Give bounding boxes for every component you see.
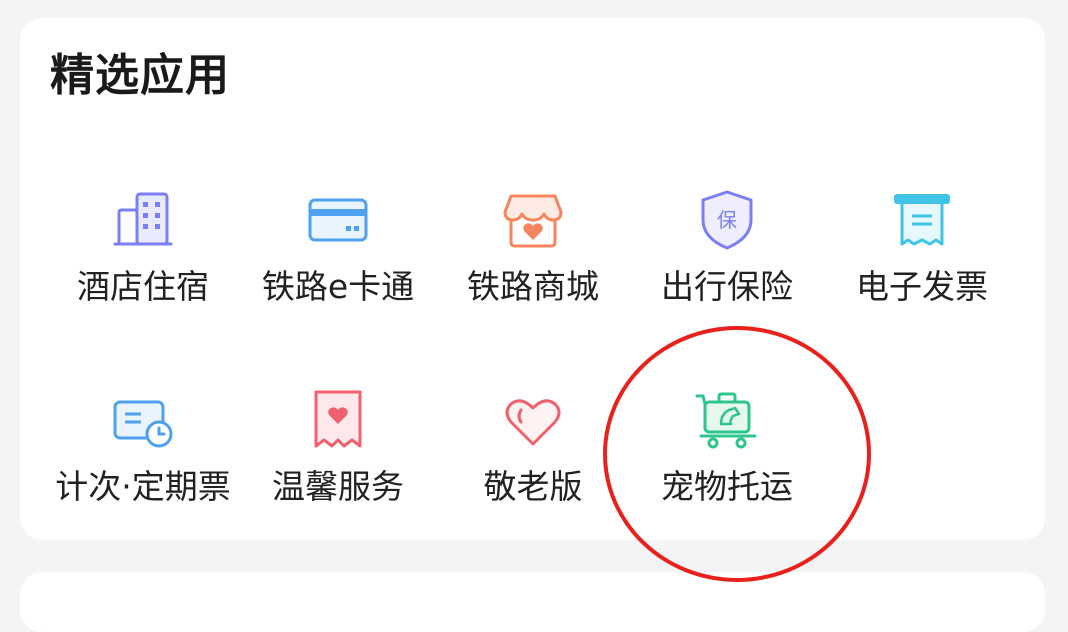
app-label: 酒店住宿 <box>77 267 209 306</box>
app-label: 敬老版 <box>483 467 583 506</box>
bank-card-icon <box>306 188 370 252</box>
svg-text:保: 保 <box>717 208 737 232</box>
hotel-building-icon <box>111 188 175 252</box>
featured-apps-card: 精选应用 酒店住宿 铁路e卡通 铁路商城 保 出行保险 电子发票 计次·定期票 … <box>20 18 1045 540</box>
app-railway-ecard[interactable]: 铁路e卡通 <box>240 188 436 328</box>
app-elderly-version[interactable]: 敬老版 <box>435 388 631 528</box>
app-pet-shipping[interactable]: 宠物托运 <box>629 388 825 528</box>
app-railway-mall[interactable]: 铁路商城 <box>435 188 631 328</box>
ticket-clock-icon <box>111 388 175 452</box>
app-label: 宠物托运 <box>661 467 793 506</box>
app-label: 铁路e卡通 <box>261 267 415 306</box>
app-multi-ride-ticket[interactable]: 计次·定期票 <box>45 388 241 528</box>
heart-bookmark-icon <box>306 388 370 452</box>
section-title: 精选应用 <box>50 50 230 101</box>
invoice-receipt-icon <box>890 188 954 252</box>
app-label: 铁路商城 <box>467 267 599 306</box>
app-label: 计次·定期票 <box>55 467 231 506</box>
app-e-invoice[interactable]: 电子发票 <box>824 188 1020 328</box>
app-travel-insurance[interactable]: 保 出行保险 <box>629 188 825 328</box>
app-label: 出行保险 <box>661 267 793 306</box>
shop-storefront-icon <box>501 188 565 252</box>
app-label: 电子发票 <box>856 267 988 306</box>
pet-cart-icon <box>695 388 759 452</box>
app-caring-service[interactable]: 温馨服务 <box>240 388 436 528</box>
app-label: 温馨服务 <box>272 467 404 506</box>
heart-outline-icon <box>501 388 565 452</box>
next-section-card <box>20 572 1045 632</box>
app-hotel[interactable]: 酒店住宿 <box>45 188 241 328</box>
insurance-shield-icon: 保 <box>695 188 759 252</box>
